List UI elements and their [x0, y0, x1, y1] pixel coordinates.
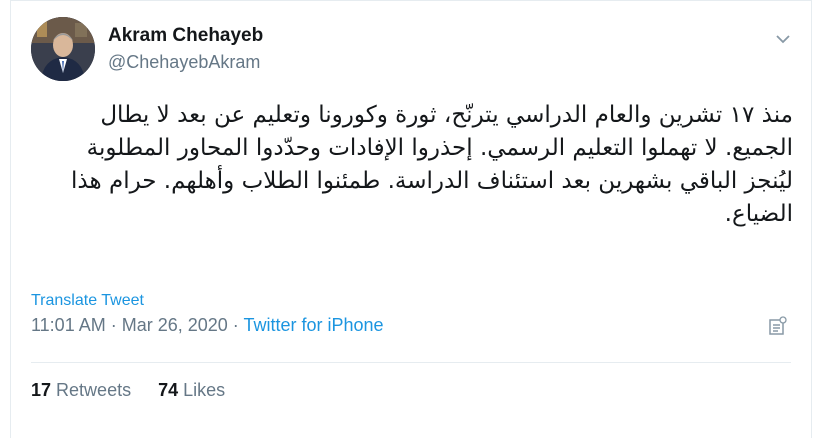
analytics-icon[interactable]: [767, 315, 789, 337]
meta-separator: ·: [227, 315, 244, 335]
tweet-source-link[interactable]: Twitter for iPhone: [243, 315, 383, 335]
tweet-meta: 11:01 AM · Mar 26, 2020 · Twitter for iP…: [31, 315, 384, 336]
chevron-down-icon[interactable]: [773, 31, 793, 47]
author-handle[interactable]: @ChehayebAkram: [108, 52, 260, 73]
translate-tweet-link[interactable]: Translate Tweet: [31, 292, 144, 310]
likes-label: Likes: [183, 380, 226, 400]
tweet-text: منذ ١٧ تشرين والعام الدراسي يترنّح، ثورة…: [71, 102, 793, 227]
author-name[interactable]: Akram Chehayeb: [108, 25, 263, 47]
meta-separator: ·: [105, 315, 122, 335]
tweet-card: Akram Chehayeb @ChehayebAkram منذ ١٧ تشر…: [10, 0, 812, 438]
divider: [31, 362, 791, 363]
tweet-date[interactable]: Mar 26, 2020: [122, 315, 228, 335]
avatar[interactable]: [31, 17, 95, 81]
retweets-label: Retweets: [56, 380, 132, 400]
retweets-stat[interactable]: 17 Retweets: [31, 380, 131, 401]
tweet-time[interactable]: 11:01 AM: [31, 315, 106, 335]
tweet-stats: 17 Retweets 74 Likes: [31, 380, 225, 401]
likes-count: 74: [158, 380, 179, 400]
retweets-count: 17: [31, 380, 52, 400]
likes-stat[interactable]: 74 Likes: [158, 380, 225, 401]
